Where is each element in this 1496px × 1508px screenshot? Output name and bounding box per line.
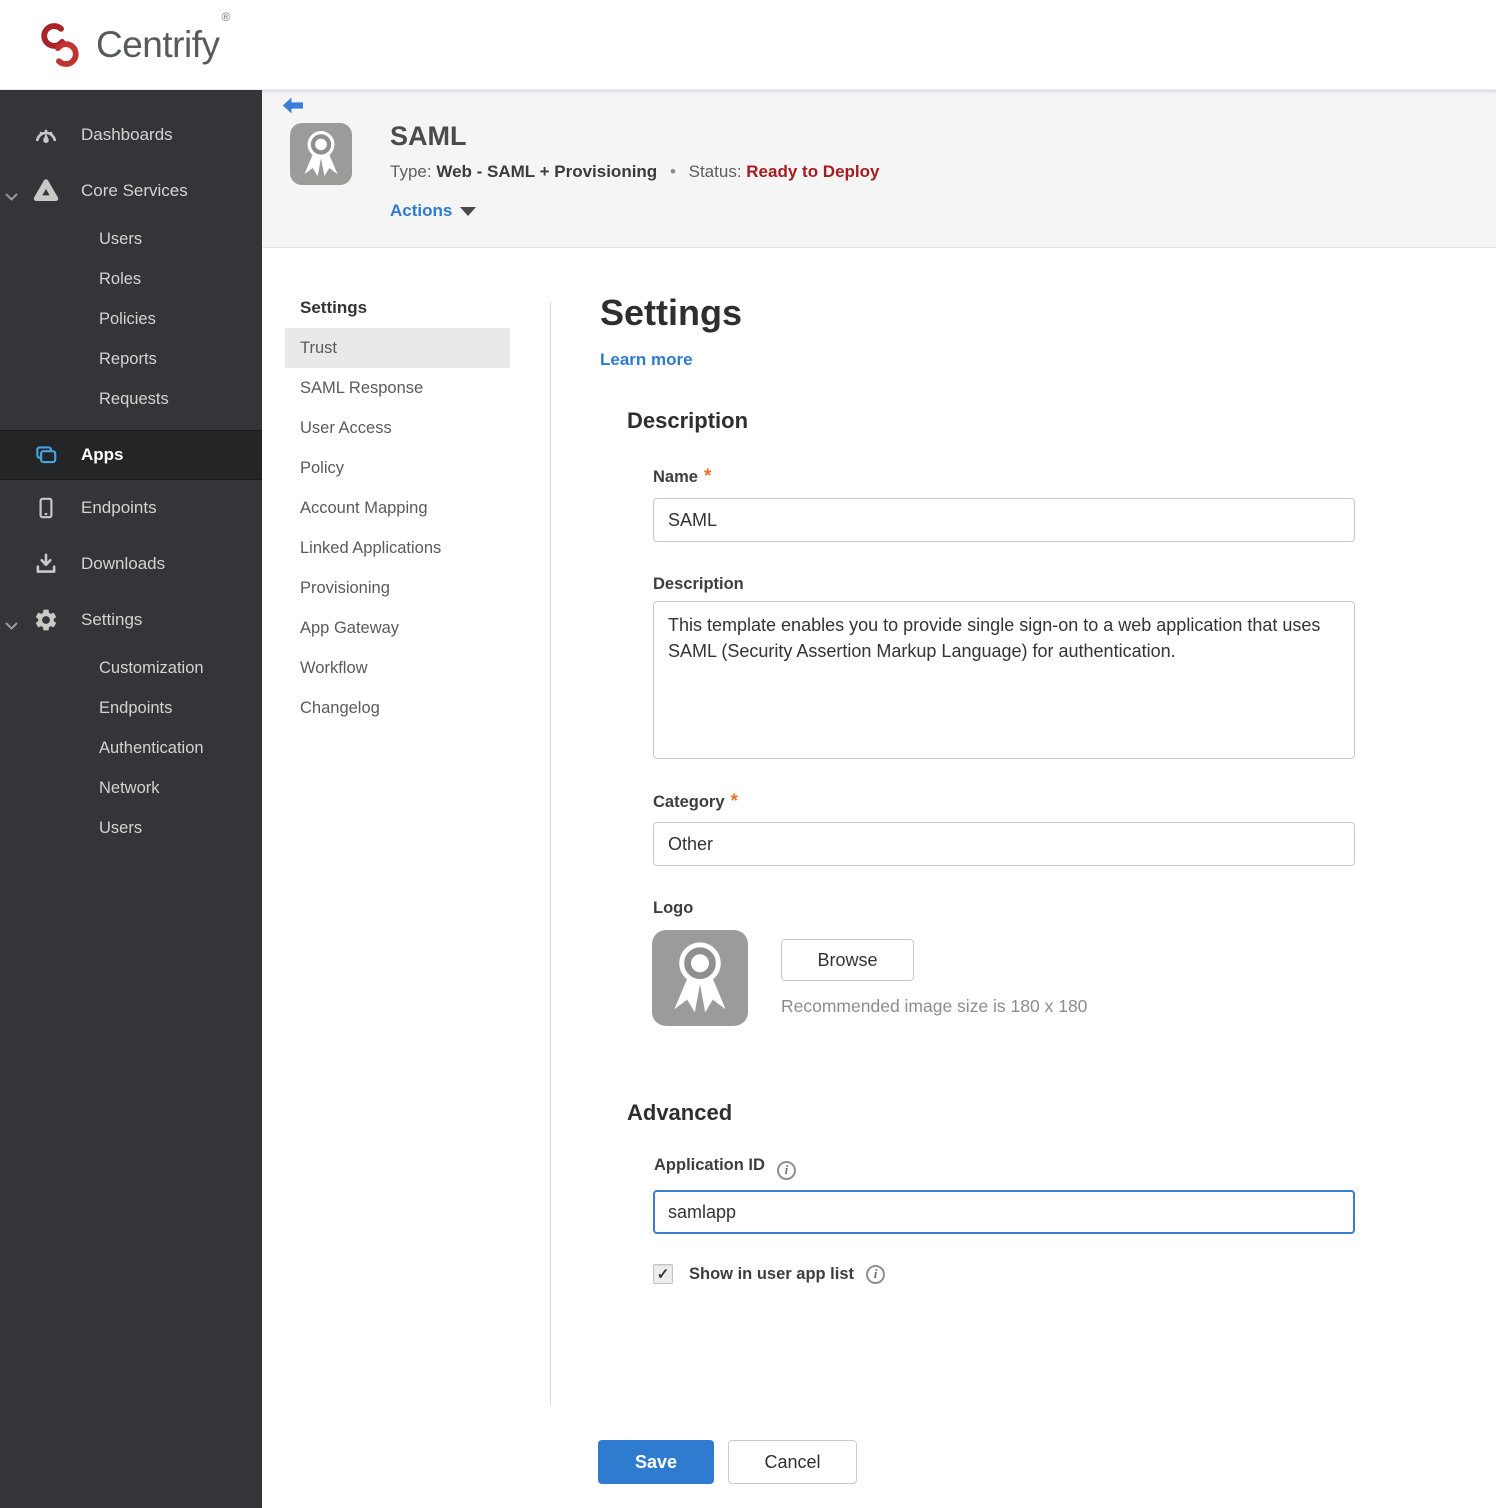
sidebar-item-users[interactable]: Users: [0, 219, 262, 259]
back-arrow-icon[interactable]: [282, 97, 304, 115]
chevron-down-icon: [5, 616, 18, 636]
type-value: Web - SAML + Provisioning: [436, 162, 658, 181]
sidebar-item-reports[interactable]: Reports: [0, 339, 262, 379]
sidebar-item-core-services[interactable]: Core Services: [0, 163, 262, 219]
subnav-item-user-access[interactable]: User Access: [285, 408, 510, 448]
gear-icon: [33, 607, 59, 633]
subnav-header: Settings: [300, 298, 368, 317]
application-id-label: Application ID i: [654, 1156, 796, 1180]
sidebar-item-label: Requests: [99, 389, 169, 408]
subnav-item-account-mapping[interactable]: Account Mapping: [285, 488, 510, 528]
subnav-item-changelog[interactable]: Changelog: [285, 688, 510, 728]
subnav-item-policy[interactable]: Policy: [285, 448, 510, 488]
page-title: SAML: [390, 121, 467, 151]
status-value: Ready to Deploy: [746, 162, 880, 181]
required-asterisk: *: [730, 791, 738, 812]
subnav-item-trust[interactable]: Trust: [285, 328, 510, 368]
brand-logo: Centrify®: [36, 10, 230, 69]
learn-more-link[interactable]: Learn more: [600, 350, 693, 370]
info-icon[interactable]: i: [866, 1264, 886, 1284]
chevron-down-icon: [5, 187, 18, 207]
settings-form: Settings Learn more Description Name* De…: [598, 248, 1400, 1508]
name-label: Name *: [653, 466, 712, 487]
subnav-item-linked-applications[interactable]: Linked Applications: [285, 528, 510, 568]
status-label: Status:: [688, 162, 742, 181]
gauge-icon: [33, 122, 59, 148]
logo-size-hint: Recommended image size is 180 x 180: [781, 996, 1088, 1016]
sidebar-item-requests[interactable]: Requests: [0, 379, 262, 419]
sidebar-item-label: Customization: [99, 658, 204, 677]
browse-button[interactable]: Browse: [781, 939, 914, 981]
top-bar: Centrify®: [0, 0, 1496, 90]
sidebar-item-label: Endpoints: [99, 698, 173, 717]
caret-down-icon: [460, 206, 477, 216]
sidebar-item-endpoints[interactable]: Endpoints: [0, 480, 262, 536]
sidebar-item-settings[interactable]: Settings: [0, 592, 262, 648]
sidebar-item-label: Users: [99, 229, 143, 248]
sidebar-item-roles[interactable]: Roles: [0, 259, 262, 299]
info-icon[interactable]: i: [776, 1160, 796, 1180]
app-meta-line: Type: Web - SAML + Provisioning • Status…: [390, 162, 879, 182]
content-area: Settings Trust SAML Response User Access…: [262, 248, 1496, 1508]
subnav-item-saml-response[interactable]: SAML Response: [285, 368, 510, 408]
subnav: Trust SAML Response User Access Policy A…: [285, 328, 510, 728]
bullet-separator: •: [669, 162, 676, 181]
cancel-button[interactable]: Cancel: [728, 1440, 857, 1484]
actions-menu-button[interactable]: Actions: [390, 201, 477, 221]
app-logo-ribbon: [290, 123, 352, 185]
apps-icon: [33, 442, 59, 468]
sidebar-item-label: Authentication: [99, 738, 204, 757]
required-asterisk: *: [703, 466, 712, 487]
sidebar-item-label: Reports: [99, 349, 157, 368]
actions-label: Actions: [390, 201, 453, 220]
description-label: Description: [653, 575, 744, 593]
type-label: Type:: [390, 162, 432, 181]
subnav-item-provisioning[interactable]: Provisioning: [285, 568, 510, 608]
save-button[interactable]: Save: [598, 1440, 714, 1484]
subnav-item-workflow[interactable]: Workflow: [285, 648, 510, 688]
sidebar-item-dashboards[interactable]: Dashboards: [0, 107, 262, 163]
device-icon: [33, 495, 59, 521]
sidebar-item-customization[interactable]: Customization: [0, 648, 262, 688]
advanced-heading: Advanced: [627, 1100, 733, 1125]
sidebar-item-label: Endpoints: [81, 498, 157, 517]
sidebar-item-label: Settings: [81, 610, 143, 629]
show-in-app-list-label: Show in user app list: [689, 1264, 855, 1283]
logo-preview-ribbon: [652, 930, 748, 1026]
registered-mark: ®: [221, 9, 231, 24]
sidebar-item-downloads[interactable]: Downloads: [0, 536, 262, 592]
application-id-input[interactable]: [653, 1190, 1355, 1234]
sidebar-item-label: Core Services: [81, 181, 188, 200]
description-textarea[interactable]: This template enables you to provide sin…: [653, 601, 1355, 759]
sidebar-item-apps[interactable]: Apps: [0, 430, 262, 480]
category-label: Category *: [653, 791, 738, 812]
sidebar-item-label: Network: [99, 778, 160, 797]
sidebar: Dashboards Core Services Users Roles Pol…: [0, 90, 262, 1508]
sidebar-item-label: Apps: [81, 445, 124, 464]
show-in-app-list-checkbox[interactable]: ✓: [653, 1264, 673, 1284]
name-input[interactable]: [653, 498, 1355, 542]
sidebar-item-network[interactable]: Network: [0, 768, 262, 808]
download-icon: [33, 551, 59, 577]
app-header: SAML Type: Web - SAML + Provisioning • S…: [262, 90, 1496, 248]
sidebar-item-label: Roles: [99, 269, 142, 288]
show-in-app-list-row: ✓ Show in user app list i: [653, 1264, 886, 1284]
logo-label: Logo: [653, 899, 694, 917]
subnav-item-app-gateway[interactable]: App Gateway: [285, 608, 510, 648]
sidebar-item-policies[interactable]: Policies: [0, 299, 262, 339]
sidebar-item-label: Downloads: [81, 554, 166, 573]
brand-name: Centrify: [96, 23, 220, 65]
sidebar-item-label: Policies: [99, 309, 156, 328]
sidebar-item-authentication[interactable]: Authentication: [0, 728, 262, 768]
sidebar-item-settings-endpoints[interactable]: Endpoints: [0, 688, 262, 728]
sidebar-item-label: Dashboards: [81, 125, 173, 144]
sidebar-item-label: Users: [99, 818, 143, 837]
centrify-swirl-icon: [41, 22, 79, 67]
category-input[interactable]: [653, 822, 1355, 866]
sidebar-item-settings-users[interactable]: Users: [0, 808, 262, 848]
description-heading: Description: [627, 408, 749, 433]
vertical-divider: [550, 302, 551, 1405]
section-title: Settings: [600, 292, 743, 333]
core-services-icon: [33, 178, 59, 204]
